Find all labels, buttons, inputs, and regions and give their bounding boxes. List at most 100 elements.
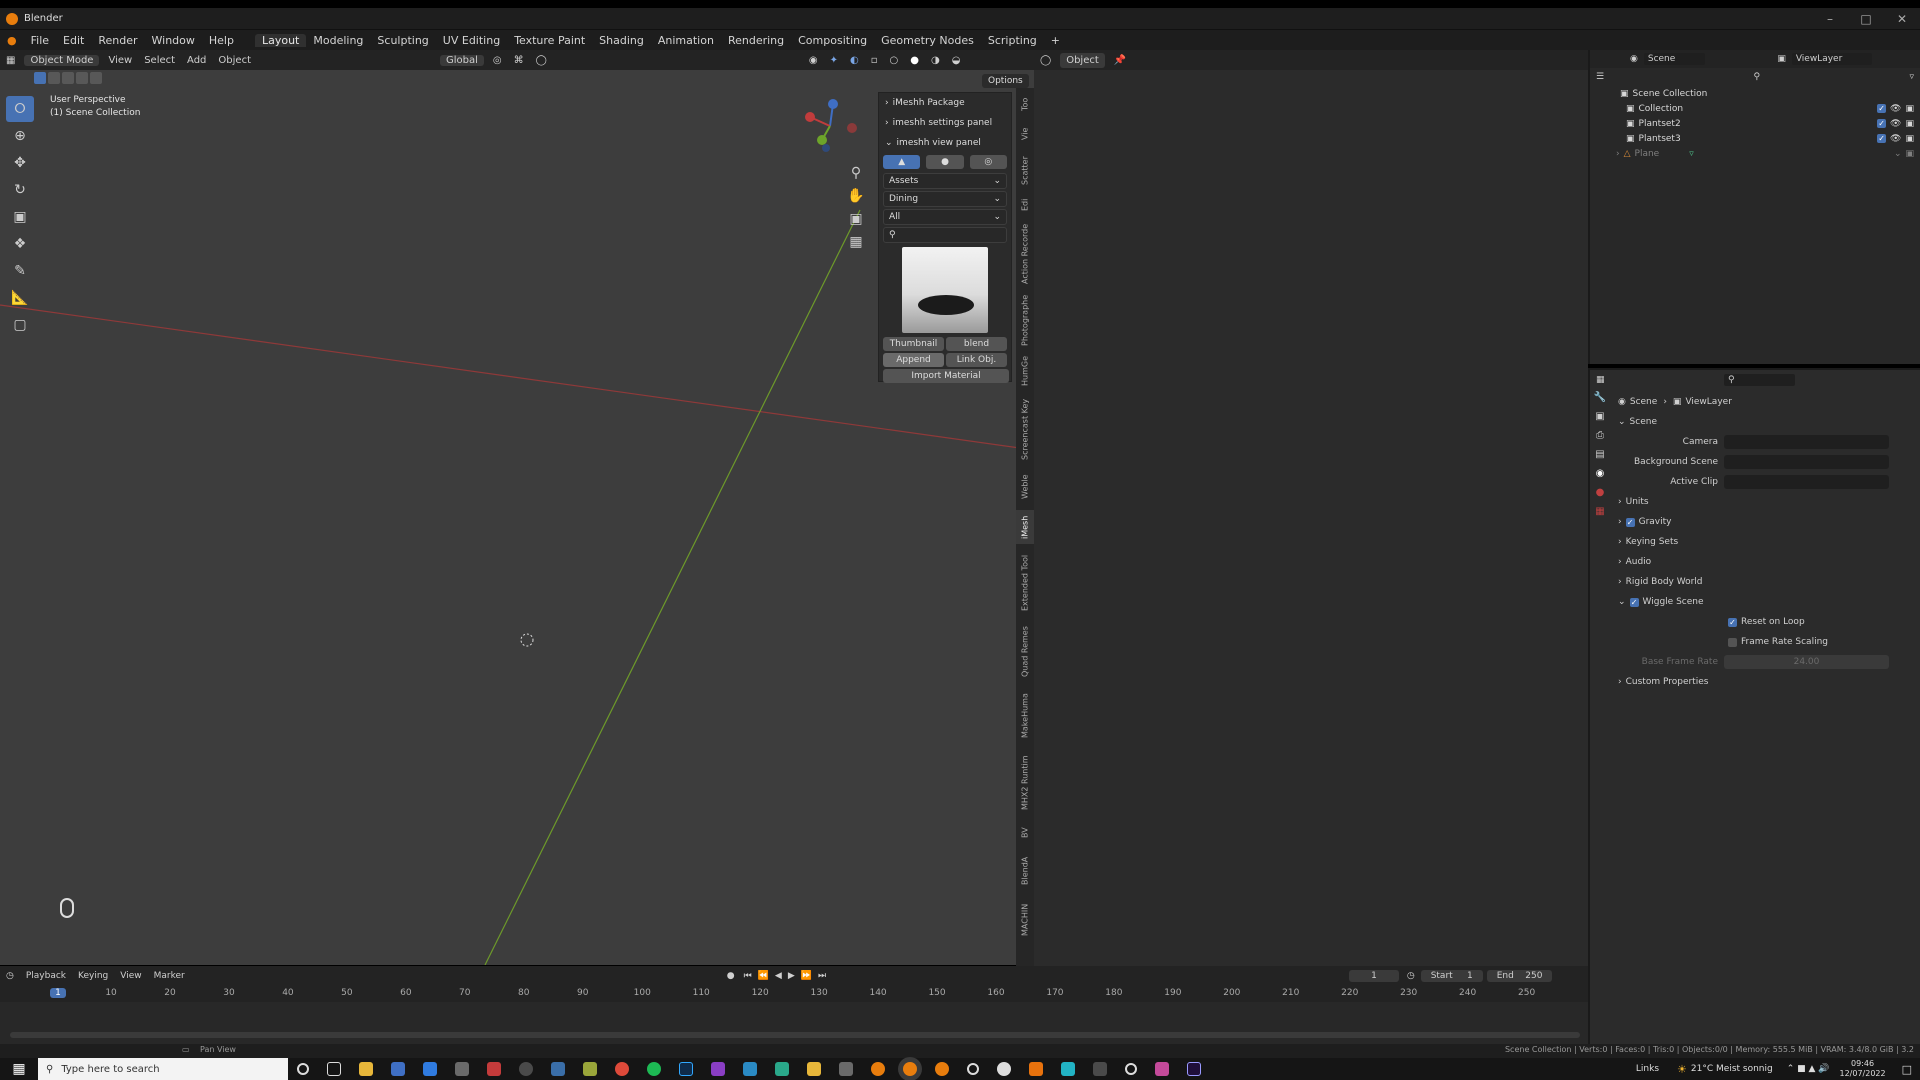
links-toolbar[interactable]: Links [1636,1064,1659,1074]
play-reverse-icon[interactable]: ◀ [772,971,785,981]
end-frame-field[interactable]: End 250 [1486,970,1553,982]
active-clip-field[interactable] [1724,475,1889,489]
exclude-checkbox[interactable]: ✓ [1877,104,1887,113]
navigation-gizmo[interactable] [800,96,860,156]
scene-props-icon[interactable]: ◉ [1596,468,1605,479]
task-view-icon[interactable] [327,1062,341,1076]
menu-add[interactable]: Add [181,55,212,66]
tab-scripting[interactable]: Scripting [981,34,1044,47]
tab-compositing[interactable]: Compositing [791,34,874,47]
side-tab-machin[interactable]: MACHIN [1016,898,1034,942]
tab-rendering[interactable]: Rendering [721,34,791,47]
xray-icon[interactable]: ▫ [865,55,884,66]
app-icon-16[interactable] [1155,1062,1169,1076]
side-tab-edit[interactable]: Edi [1016,194,1034,216]
exclude-checkbox[interactable]: ✓ [1877,134,1887,143]
panel-wiggle-scene[interactable]: ⌄ ✓ Wiggle Scene [1618,592,1918,612]
tab-sculpting[interactable]: Sculpting [370,34,435,47]
asset-thumbnail[interactable] [902,247,988,333]
app-icon-1[interactable] [391,1062,405,1076]
app-icon-7[interactable] [711,1062,725,1076]
unreal-icon[interactable] [997,1062,1011,1076]
panel-audio[interactable]: › Audio [1618,552,1918,572]
camera-icon[interactable]: ▣ [1905,104,1914,114]
exclude-checkbox[interactable]: ✓ [1877,119,1887,128]
editor-type-icon-2[interactable]: ◯ [1034,55,1057,66]
app-icon-14[interactable] [1093,1062,1107,1076]
eye-icon[interactable]: 👁 [1890,119,1901,129]
output-props-icon[interactable]: ⎙ [1596,430,1604,441]
maximize-icon[interactable]: □ [1846,8,1886,30]
model-tab-icon[interactable]: ▲ [883,155,921,169]
app-icon-6[interactable] [583,1062,597,1076]
side-tab-extended-tool[interactable]: Extended Tool [1016,550,1034,616]
preview-range-icon[interactable]: ◷ [1407,971,1415,981]
zoom-icon[interactable]: ⚲ [842,162,870,184]
scale-icon[interactable]: ▣ [6,204,34,230]
app-icon-13[interactable] [1061,1062,1075,1076]
snap-icon[interactable]: ⌘ [508,55,530,66]
camera-icon[interactable]: ▣ [1905,119,1914,129]
world-props-icon[interactable]: ● [1596,487,1605,498]
tool-props-icon[interactable]: 🔧 [1594,392,1606,403]
menu-window[interactable]: Window [145,34,202,47]
section-imeshh-view[interactable]: ⌄ imeshh view panel [879,133,1011,153]
cortana-icon[interactable] [297,1063,309,1075]
timeline-scrollbar[interactable] [10,1032,1580,1038]
menu-marker[interactable]: Marker [148,971,191,981]
filter-select[interactable]: All ⌄ [883,209,1007,225]
menu-view[interactable]: View [102,55,138,66]
timeline-editor-icon[interactable]: ◷ [0,971,20,981]
frame-rate-scaling-checkbox[interactable] [1728,637,1737,647]
tab-uv-editing[interactable]: UV Editing [436,34,507,47]
import-material-button[interactable]: Import Material [883,369,1009,383]
side-tab-bv[interactable]: BV [1016,822,1034,844]
panel-custom-properties[interactable]: › Custom Properties [1618,672,1918,692]
secondary-editor[interactable] [1034,70,1588,966]
subcategory-select[interactable]: Dining ⌄ [883,191,1007,207]
shading-material-icon[interactable]: ◑ [925,55,946,66]
premiere-icon[interactable] [1187,1062,1201,1076]
blender-menu-icon[interactable]: ● [0,34,24,47]
photoshop-icon[interactable] [679,1062,693,1076]
app-icon-4[interactable] [487,1062,501,1076]
app-icon-3[interactable] [455,1062,469,1076]
viewlayer-selector[interactable]: ViewLayer [1791,53,1873,65]
expand-chevron-icon[interactable]: › [1616,149,1620,159]
section-imeshh-settings[interactable]: › imeshh settings panel [879,113,1011,133]
texture-props-icon[interactable]: ▦ [1595,506,1604,517]
outliner-display-mode-icon[interactable]: ☰ [1596,72,1604,82]
blender-alt-taskbar-icon[interactable] [935,1062,949,1076]
side-tab-imeshh[interactable]: iMesh [1016,510,1034,544]
overlay-toggle-icon[interactable]: ◐ [844,55,865,66]
gizmo-toggle-icon[interactable]: ✦ [824,55,844,66]
calculator-icon[interactable] [551,1062,565,1076]
tab-texture-paint[interactable]: Texture Paint [507,34,592,47]
camera-field[interactable] [1724,435,1889,449]
menu-playback[interactable]: Playback [20,971,72,981]
shading-solid-icon[interactable]: ● [904,55,925,66]
eye-icon[interactable]: 👁 [1890,104,1901,114]
base-frame-rate-field[interactable]: 24.00 [1724,655,1889,669]
eye-icon[interactable]: 👁 [1890,134,1901,144]
view-layer-props-icon[interactable]: ▤ [1595,449,1604,460]
append-button[interactable]: Append [883,353,944,367]
measure-icon[interactable]: 📐 [6,285,34,311]
side-tab-scatter[interactable]: Scatter [1016,154,1034,188]
side-tab-mhx2-runtime[interactable]: MHX2 Runtim [1016,750,1034,816]
proportional-edit-icon[interactable]: ◯ [530,55,553,66]
timeline[interactable]: 1 10 20 30 40 50 60 70 80 90 100 110 120 130 140 150 160… [0,986,1588,1044]
options-dropdown[interactable]: Options [982,74,1029,88]
spotify-icon[interactable] [647,1062,661,1076]
menu-timeline-view[interactable]: View [114,971,147,981]
file-explorer-icon[interactable] [359,1062,373,1076]
ortho-grid-icon[interactable]: ▦ [842,231,870,253]
outliner-item-plantset3[interactable]: ▣ Plantset3 ✓ 👁 ▣ [1590,131,1920,146]
side-tab-makehuman[interactable]: MakeHuma [1016,688,1034,744]
camera-icon[interactable]: ▣ [1905,149,1914,159]
select-box-icon[interactable]: ⭘ [6,96,34,122]
tab-shading[interactable]: Shading [592,34,651,47]
menu-help[interactable]: Help [202,34,241,47]
outliner-item-plantset2[interactable]: ▣ Plantset2 ✓ 👁 ▣ [1590,116,1920,131]
jump-end-icon[interactable]: ⏭ [815,971,829,981]
